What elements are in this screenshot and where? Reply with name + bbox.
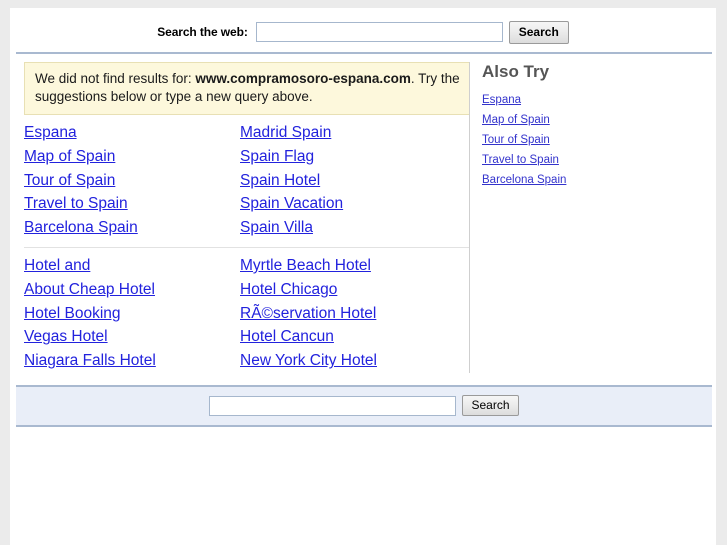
suggestion-link[interactable]: Spain Vacation — [240, 192, 456, 216]
results-column: We did not find results for: www.compram… — [10, 62, 470, 373]
search-button[interactable]: Search — [508, 20, 569, 44]
notice-prefix: We did not find results for: — [35, 71, 196, 86]
suggestion-group-1: Espana Map of Spain Tour of Spain Travel… — [24, 121, 468, 240]
suggestion-column-left: Hotel and About Cheap Hotel Hotel Bookin… — [24, 254, 240, 373]
page-container: Search the web: Search We did not find r… — [10, 8, 716, 545]
suggestion-link[interactable]: Hotel Cancun — [240, 325, 456, 349]
suggestion-group-2: Hotel and About Cheap Hotel Hotel Bookin… — [24, 254, 468, 373]
bottom-search-input[interactable] — [209, 395, 457, 416]
also-try-link[interactable]: Map of Spain — [482, 110, 716, 130]
notice-query: www.compramosoro-espana.com — [195, 71, 411, 86]
suggestion-column-right: Madrid Spain Spain Flag Spain Hotel Spai… — [240, 121, 456, 240]
suggestion-link[interactable]: Spain Flag — [240, 145, 456, 169]
suggestion-link[interactable]: Hotel and — [24, 254, 240, 278]
suggestion-column-right: Myrtle Beach Hotel Hotel Chicago RÃ©serv… — [240, 254, 456, 373]
bottom-divider-bottom — [16, 424, 712, 427]
also-try-link[interactable]: Espana — [482, 90, 716, 110]
bottom-search-area: Search — [10, 384, 716, 427]
suggestion-link[interactable]: Hotel Chicago — [240, 278, 456, 302]
search-label: Search the web: — [157, 25, 248, 39]
suggestion-link[interactable]: Map of Spain — [24, 145, 240, 169]
top-search-bar: Search the web: Search — [10, 8, 716, 52]
also-try-link[interactable]: Barcelona Spain — [482, 170, 716, 190]
suggestion-link[interactable]: Spain Villa — [240, 216, 456, 240]
no-results-notice: We did not find results for: www.compram… — [24, 62, 470, 115]
bottom-search-band: Search — [16, 386, 712, 425]
search-input[interactable] — [255, 22, 503, 42]
suggestion-group-divider — [24, 246, 470, 248]
suggestion-link[interactable]: About Cheap Hotel — [24, 278, 240, 302]
suggestion-link[interactable]: Barcelona Spain — [24, 216, 240, 240]
also-try-sidebar: Also Try Espana Map of Spain Tour of Spa… — [469, 62, 716, 373]
suggestion-link[interactable]: Madrid Spain — [240, 121, 456, 145]
suggestion-link[interactable]: RÃ©servation Hotel — [240, 302, 456, 326]
suggestion-link[interactable]: New York City Hotel — [240, 349, 456, 373]
also-try-links: Espana Map of Spain Tour of Spain Travel… — [482, 90, 716, 190]
suggestion-link[interactable]: Niagara Falls Hotel — [24, 349, 240, 373]
suggestion-link[interactable]: Tour of Spain — [24, 169, 240, 193]
also-try-title: Also Try — [482, 62, 550, 81]
also-try-link[interactable]: Travel to Spain — [482, 150, 716, 170]
suggestion-link[interactable]: Hotel Booking — [24, 302, 240, 326]
suggestion-link[interactable]: Spain Hotel — [240, 169, 456, 193]
suggestion-link[interactable]: Myrtle Beach Hotel — [240, 254, 456, 278]
suggestion-link[interactable]: Espana — [24, 121, 240, 145]
content-area: We did not find results for: www.compram… — [10, 54, 716, 373]
suggestion-link[interactable]: Travel to Spain — [24, 192, 240, 216]
suggestion-link[interactable]: Vegas Hotel — [24, 325, 240, 349]
bottom-search-button[interactable]: Search — [462, 395, 519, 417]
also-try-link[interactable]: Tour of Spain — [482, 130, 716, 150]
suggestion-column-left: Espana Map of Spain Tour of Spain Travel… — [24, 121, 240, 240]
